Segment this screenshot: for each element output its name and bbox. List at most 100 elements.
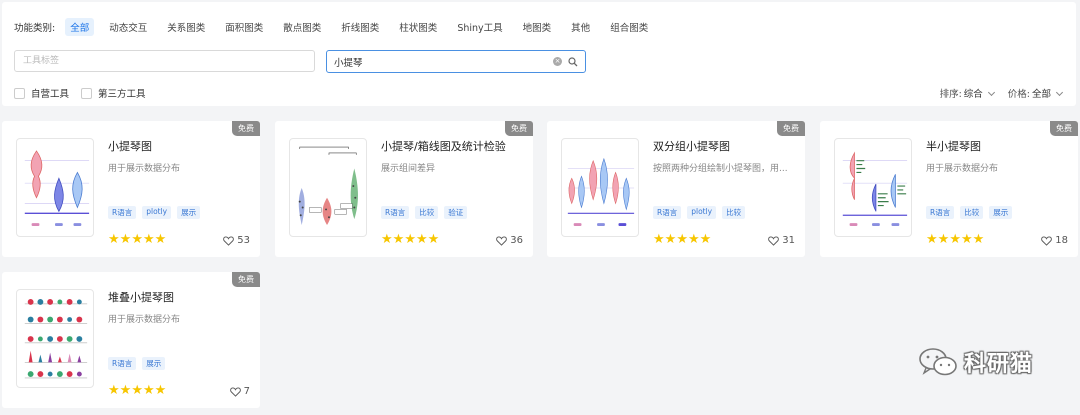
price-dropdown[interactable]: 全部	[1032, 86, 1051, 100]
tag[interactable]: 比较	[960, 206, 984, 219]
checkbox-box[interactable]	[14, 87, 25, 99]
clear-icon[interactable]: ×	[553, 57, 562, 66]
card-title[interactable]: 半小提琴图	[926, 138, 981, 154]
violin-plot-thumbnail[interactable]	[16, 138, 94, 237]
star-icon: ★	[154, 232, 167, 247]
grouped-violin-thumbnail-graphic	[567, 157, 635, 226]
category-map[interactable]: 地图类	[518, 18, 557, 36]
half-violin-thumbnail-graphic	[842, 151, 908, 226]
like-count: 36	[510, 235, 523, 246]
star-icon: ★	[392, 232, 405, 247]
like-button[interactable]: 53	[223, 235, 250, 246]
tag[interactable]: R语言	[108, 206, 137, 219]
star-icon: ★	[108, 383, 120, 398]
sort-dropdown[interactable]: 综合	[964, 86, 983, 100]
watermark-text: 科研猫	[964, 352, 1034, 377]
category-scatter[interactable]: 散点图类	[278, 18, 326, 36]
tag[interactable]: plotly	[687, 206, 717, 219]
tool-card[interactable]: 免费 小提琴/箱线图及统计检验 展示组间差异 R语言 比较 验证 ★ ★ ★ ★ ★ 3…	[275, 121, 533, 257]
search-icon[interactable]	[568, 56, 578, 67]
checkbox-label: 自营工具	[31, 89, 70, 100]
like-count: 31	[782, 235, 795, 246]
star-icon: ★	[960, 232, 973, 247]
card-title[interactable]: 小提琴图	[108, 138, 152, 154]
star-icon: ★	[119, 383, 132, 398]
category-shiny[interactable]: Shiny工具	[452, 18, 507, 36]
card-description: 用于展示数据分布	[108, 164, 181, 174]
rating-stars: ★ ★ ★ ★ ★	[926, 233, 984, 246]
tag[interactable]: 验证	[444, 206, 468, 219]
category-all[interactable]: 全部	[65, 18, 95, 36]
source-filter: 自营工具 第三方工具	[14, 86, 158, 100]
tag[interactable]: plotly	[142, 206, 172, 219]
card-description: 用于展示数据分布	[926, 164, 999, 174]
tag[interactable]: R语言	[381, 206, 410, 219]
tag[interactable]: 展示	[142, 357, 166, 370]
card-title[interactable]: 小提琴/箱线图及统计检验	[381, 138, 506, 154]
tag[interactable]: 比较	[415, 206, 439, 219]
like-button[interactable]: 7	[229, 386, 250, 397]
category-combo[interactable]: 组合图类	[605, 18, 653, 36]
star-icon: ★	[108, 232, 120, 247]
free-badge: 免费	[777, 121, 805, 136]
sort-label: 排序:	[939, 89, 962, 100]
chevron-down-icon[interactable]	[987, 88, 995, 96]
tag[interactable]: R语言	[926, 206, 955, 219]
tag[interactable]: 展示	[989, 206, 1013, 219]
like-count: 53	[237, 235, 250, 246]
category-row: 功能类别: 全部 动态交互 关系图类 面积图类 散点图类 折线图类 柱状图类 S…	[14, 17, 663, 37]
category-other[interactable]: 其他	[566, 18, 595, 36]
stacked-violin-thumbnail[interactable]	[16, 289, 94, 388]
third-party-checkbox[interactable]: 第三方工具	[81, 86, 146, 100]
checkbox-box[interactable]	[81, 87, 93, 99]
star-icon: ★	[415, 232, 428, 247]
like-button[interactable]: 31	[768, 235, 795, 246]
wechat-icon	[919, 348, 957, 376]
heart-icon	[229, 386, 241, 397]
card-title[interactable]: 双分组小提琴图	[653, 138, 730, 154]
grouped-violin-thumbnail[interactable]	[561, 138, 639, 237]
like-button[interactable]: 36	[496, 235, 523, 246]
card-description: 展示组间差异	[381, 164, 436, 174]
tag[interactable]: R语言	[653, 206, 682, 219]
heart-icon	[768, 235, 780, 246]
tool-card[interactable]: 免费 双分组小提琴图 按照两种分组绘制小提琴图，用... R语言 plotly …	[547, 121, 805, 257]
chevron-down-icon[interactable]	[1055, 88, 1064, 96]
category-relation[interactable]: 关系图类	[162, 18, 210, 36]
self-tool-checkbox[interactable]: 自营工具	[14, 86, 69, 100]
violin-boxplot-stats-thumbnail-graphic	[298, 146, 358, 226]
star-icon: ★	[142, 232, 155, 247]
search-input[interactable]: 小提琴 ×	[326, 50, 586, 73]
tag[interactable]: 展示	[177, 206, 201, 219]
sort-area: 排序: 综合 价格: 全部	[939, 86, 1064, 100]
tool-card[interactable]: 免费 半小提琴图 用于展示数据分布 R语言 比较 展示 ★ ★ ★ ★ ★ 18	[820, 121, 1078, 257]
like-button[interactable]: 18	[1041, 235, 1068, 246]
tag[interactable]: 比较	[722, 206, 746, 219]
violin-boxplot-stats-thumbnail[interactable]	[289, 138, 367, 237]
category-line[interactable]: 折线图类	[336, 18, 384, 36]
tool-card[interactable]: 免费 小提琴图 用于展示数据分布 R语言 plotly 展示 ★ ★ ★ ★ ★ 53	[2, 121, 260, 257]
half-violin-thumbnail[interactable]	[834, 138, 912, 237]
free-badge: 免费	[232, 121, 260, 136]
category-bar[interactable]: 柱状图类	[394, 18, 442, 36]
free-badge: 免费	[232, 272, 260, 287]
tool-card[interactable]: 免费 堆叠小提琴图 用于展示数据分布 R语言 展示 ★ ★ ★ ★ ★ 7	[2, 272, 260, 408]
card-title[interactable]: 堆叠小提琴图	[108, 289, 174, 305]
heart-icon	[1041, 235, 1053, 246]
star-icon: ★	[381, 232, 393, 247]
tag-input[interactable]	[14, 50, 315, 72]
category-dynamic[interactable]: 动态交互	[104, 18, 152, 36]
heart-icon	[223, 235, 235, 246]
like-count: 7	[243, 386, 250, 397]
category-label: 功能类别:	[14, 23, 56, 34]
card-description: 用于展示数据分布	[108, 315, 181, 325]
card-tags: R语言 比较 展示	[926, 206, 1018, 219]
card-description: 按照两种分组绘制小提琴图，用...	[653, 164, 788, 174]
star-icon: ★	[676, 232, 688, 247]
star-icon: ★	[131, 383, 143, 398]
category-area[interactable]: 面积图类	[220, 18, 268, 36]
violin-plot-thumbnail-graphic	[24, 150, 90, 226]
price-label: 价格:	[1007, 89, 1030, 100]
tag[interactable]: R语言	[108, 357, 137, 370]
card-tags: R语言 plotly 比较	[653, 206, 751, 219]
